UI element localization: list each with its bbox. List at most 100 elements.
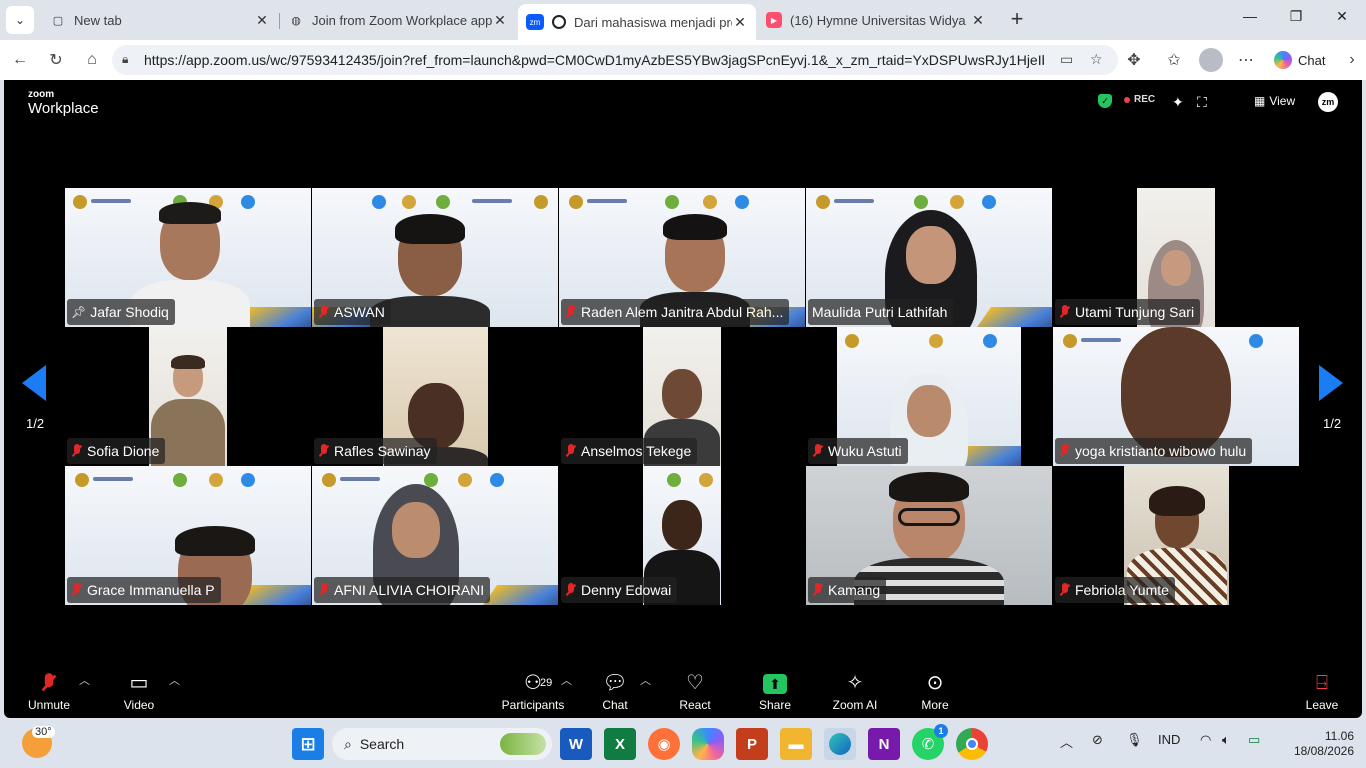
taskbar-search[interactable]: ⌕ Search — [332, 728, 552, 760]
unmute-button[interactable]: Unmute — [14, 670, 84, 714]
next-page-arrow[interactable] — [1319, 365, 1343, 401]
participant-name: Kamang — [808, 577, 887, 603]
zoom-profile-badge[interactable]: zm — [1318, 92, 1338, 112]
whatsapp-app[interactable]: ✆ 1 — [912, 724, 948, 760]
audio-options-caret[interactable]: ︿ — [79, 672, 90, 688]
heart-icon: ♡ — [686, 672, 704, 694]
university-logo — [75, 473, 89, 487]
microphone-icon[interactable]: 🎙︎ — [1126, 732, 1143, 748]
view-button[interactable]: ▦ View — [1254, 94, 1295, 108]
address-bar[interactable]: 🔒︎ https://app.zoom.us/wc/97593412435/jo… — [112, 45, 1118, 75]
start-button[interactable]: ⊞ — [292, 728, 324, 760]
page-indicator-right: 1/2 — [1323, 416, 1342, 431]
close-tab-icon[interactable]: ✕ — [492, 12, 508, 29]
video-tile[interactable]: Denny Edowai — [559, 466, 805, 605]
video-tile[interactable]: ASWAN — [312, 188, 558, 327]
fullscreen-button[interactable]: ⛶ — [1197, 94, 1207, 111]
home-button[interactable]: ⌂ — [78, 46, 106, 74]
file-explorer-app[interactable]: ▬ — [780, 728, 812, 760]
close-window-button[interactable]: ✕ — [1322, 8, 1362, 32]
zoom-icon: zm — [526, 14, 544, 30]
recording-indicator[interactable]: REC — [1124, 94, 1155, 105]
excel-app[interactable]: X — [604, 728, 636, 760]
onenote-app[interactable]: N — [868, 728, 900, 760]
restore-button[interactable]: ❐ — [1276, 8, 1316, 32]
reload-button[interactable]: ↻ — [42, 46, 70, 74]
copilot-chat-button[interactable]: Chat — [1268, 46, 1340, 74]
favorites-button[interactable]: ✩ — [1160, 46, 1188, 74]
minimize-button[interactable]: — — [1230, 8, 1270, 32]
network-status-icon[interactable]: ⊘ — [1092, 732, 1103, 748]
mic-muted-icon — [565, 444, 577, 458]
zoom-ai-button[interactable]: ✧ Zoom AI — [820, 670, 890, 714]
video-tile[interactable]: yoga kristianto wibowo hulu — [1053, 327, 1299, 466]
firefox-app[interactable]: ◉ — [648, 728, 680, 760]
tab-meeting[interactable]: zm Dari mahasiswa menjadi profesional ✕ — [518, 4, 756, 40]
star-icon[interactable]: ☆ — [1090, 51, 1103, 68]
video-button[interactable]: ▭ Video — [104, 670, 174, 714]
close-tab-icon[interactable]: ✕ — [732, 14, 748, 31]
profile-avatar[interactable] — [1199, 48, 1223, 72]
address-url[interactable]: https://app.zoom.us/wc/97593412435/join?… — [144, 52, 1044, 68]
camera-icon[interactable]: ▭ — [1060, 51, 1073, 68]
edge-app-active[interactable] — [824, 728, 856, 760]
settings-menu-button[interactable]: ⋯ — [1232, 46, 1260, 74]
previous-page-arrow[interactable] — [22, 365, 46, 401]
video-tile[interactable]: Anselmos Tekege — [559, 327, 805, 466]
system-clock[interactable]: 11.06 18/08/2026 — [1290, 729, 1354, 759]
ai-companion-button[interactable]: ✦ — [1172, 94, 1184, 111]
security-shield[interactable]: ✓ — [1098, 94, 1112, 108]
new-tab-button[interactable]: + — [1004, 8, 1030, 32]
close-tab-icon[interactable]: ✕ — [970, 12, 986, 29]
sparkle-icon: ✦ — [1172, 94, 1184, 110]
tab-new-tab[interactable]: ▢ New tab ✕ — [42, 6, 278, 34]
video-options-caret[interactable]: ︿ — [169, 672, 180, 688]
battery-icon[interactable]: ▭ — [1248, 732, 1260, 748]
participant-name: Grace Immanuella P — [67, 577, 221, 603]
powerpoint-app[interactable]: P — [736, 728, 768, 760]
video-tile[interactable]: Febriola Yumte — [1053, 466, 1299, 605]
video-tile[interactable]: AFNI ALIVIA CHOIRANI — [312, 466, 558, 605]
react-button[interactable]: ♡ React — [660, 670, 730, 714]
windows-taskbar: 30° ⊞ ⌕ Search W X ◉ P ▬ N ✆ 1 ︿ ⊘ 🎙︎ IN… — [0, 720, 1366, 768]
extensions-button[interactable]: ✥ — [1120, 46, 1148, 74]
tab-youtube[interactable]: ▶ (16) Hymne Universitas Widya Mataram ✕ — [758, 6, 994, 34]
video-tile[interactable]: Wuku Astuti — [806, 327, 1052, 466]
copilot-app[interactable] — [692, 728, 724, 760]
face — [1161, 250, 1191, 286]
video-tile[interactable]: 📌︎ Jafar Shodiq — [65, 188, 311, 327]
word-app[interactable]: W — [560, 728, 592, 760]
chrome-app[interactable] — [956, 728, 988, 760]
video-tile[interactable]: Utami Tunjung Sari — [1053, 188, 1299, 327]
chrome-icon — [966, 738, 978, 750]
participant-name: Anselmos Tekege — [561, 438, 698, 464]
sidebar-toggle-button[interactable]: › — [1338, 46, 1366, 74]
video-tile[interactable]: Raden Alem Janitra Abdul Rah... — [559, 188, 805, 327]
tray-overflow-chevron[interactable]: ︿ — [1060, 732, 1073, 751]
video-tile[interactable]: Rafles Sawinay — [312, 327, 558, 466]
language-indicator[interactable]: IND — [1158, 732, 1180, 747]
search-icon: ⌕ — [344, 735, 352, 752]
video-tile-active-speaker[interactable]: Maulida Putri Lathifah — [806, 188, 1052, 327]
zoom-workplace-logo: zoom Workplace — [28, 89, 99, 118]
video-tile[interactable]: Sofia Dione — [65, 327, 311, 466]
tab-join-zoom[interactable]: ◍ Join from Zoom Workplace app - Zoom ✕ — [280, 6, 516, 34]
wifi-icon[interactable]: ◠ — [1200, 732, 1211, 748]
edge-icon — [829, 733, 851, 755]
share-button[interactable]: ⬆ Share — [740, 670, 810, 714]
volume-icon[interactable]: 🔈︎ — [1222, 732, 1230, 748]
back-button[interactable]: ← — [6, 46, 34, 74]
more-button[interactable]: ⊙ More — [900, 670, 970, 714]
chat-options-caret[interactable]: ︿ — [640, 672, 651, 688]
site-info-icon[interactable]: 🔒︎ — [122, 52, 128, 67]
video-tile[interactable]: Grace Immanuella P — [65, 466, 311, 605]
tab-search-button[interactable]: ⌄ — [6, 6, 34, 34]
university-logo — [569, 195, 583, 209]
recording-indicator-icon — [552, 15, 566, 29]
video-tile[interactable]: Kamang — [806, 466, 1052, 605]
newtab-icon: ▢ — [52, 14, 64, 27]
close-tab-icon[interactable]: ✕ — [254, 12, 270, 29]
leave-button[interactable]: ⍈ Leave — [1287, 670, 1357, 714]
participants-button[interactable]: ⚇ 29 Participants — [498, 670, 568, 714]
participants-options-caret[interactable]: ︿ — [561, 672, 572, 688]
